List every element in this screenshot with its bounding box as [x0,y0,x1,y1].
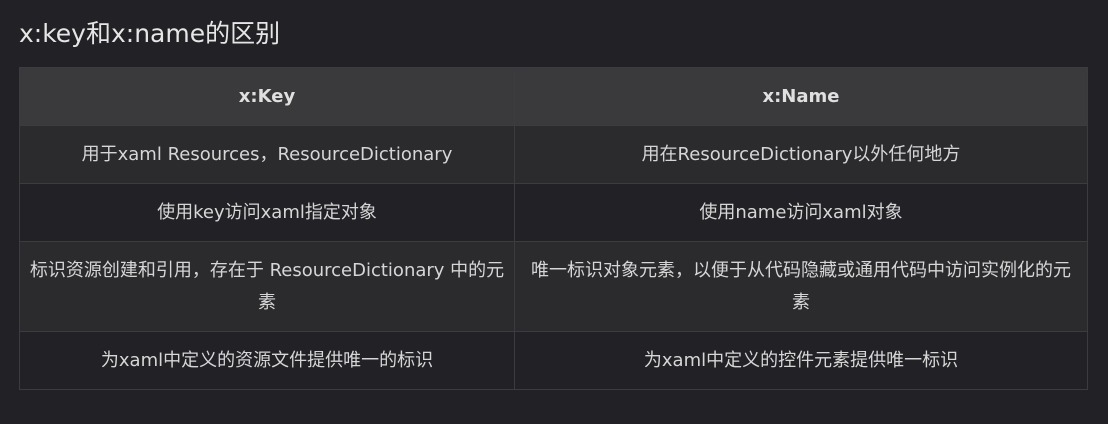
page: x:key和x:name的区别 x:Key x:Name 用于xaml Reso… [0,0,1108,424]
table-cell: 标识资源创建和引用，存在于 ResourceDictionary 中的元素 [19,241,515,332]
table-cell: 为xaml中定义的资源文件提供唯一的标识 [19,331,515,390]
table-row: 标识资源创建和引用，存在于 ResourceDictionary 中的元素 唯一… [19,241,1088,332]
table-cell: 用于xaml Resources，ResourceDictionary [19,125,515,184]
table-cell: 使用name访问xaml对象 [514,183,1088,242]
comparison-table: x:Key x:Name 用于xaml Resources，ResourceDi… [19,67,1088,390]
table-row: 使用key访问xaml指定对象 使用name访问xaml对象 [19,183,1088,242]
table-cell: 为xaml中定义的控件元素提供唯一标识 [514,331,1088,390]
column-header-key: x:Key [19,67,515,126]
table-cell: 用在ResourceDictionary以外任何地方 [514,125,1088,184]
table-row: 用于xaml Resources，ResourceDictionary 用在Re… [19,125,1088,184]
table-header-row: x:Key x:Name [19,67,1088,126]
table-row: 为xaml中定义的资源文件提供唯一的标识 为xaml中定义的控件元素提供唯一标识 [19,331,1088,390]
page-title: x:key和x:name的区别 [19,19,281,48]
table-cell: 唯一标识对象元素，以便于从代码隐藏或通用代码中访问实例化的元素 [514,241,1088,332]
column-header-name: x:Name [514,67,1088,126]
table-cell: 使用key访问xaml指定对象 [19,183,515,242]
